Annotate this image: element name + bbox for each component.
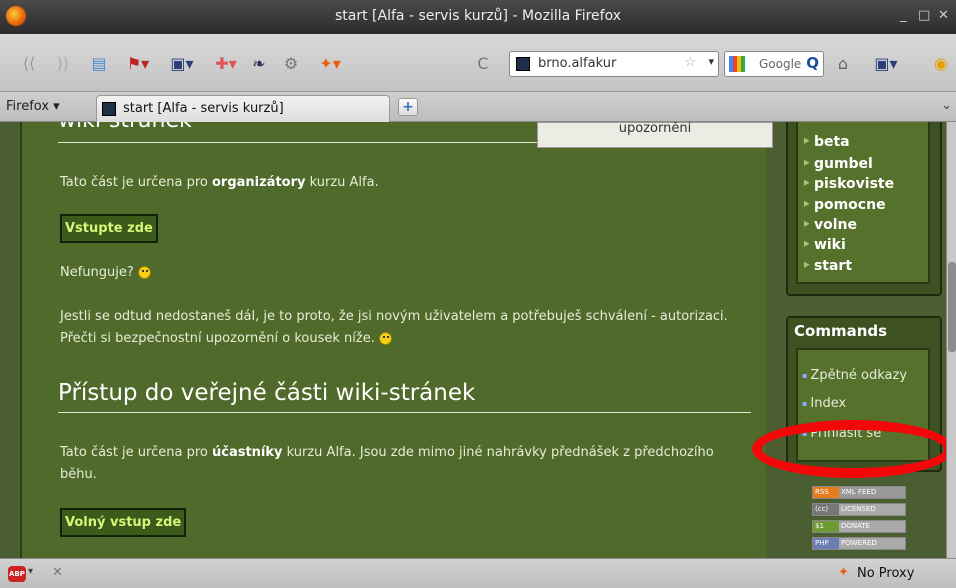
rss-badge-b: XML FEED [839, 487, 905, 498]
status-close-icon[interactable]: ✕ [52, 565, 63, 580]
heading-divider [58, 412, 751, 413]
new-tab-button[interactable]: + [398, 98, 418, 116]
new-tab-icon[interactable]: ✚▾ [206, 50, 246, 76]
sidebar-item-pomocne[interactable]: pomocne [802, 197, 886, 213]
forward-icon[interactable]: ⟩⟩ [50, 50, 76, 76]
search-engine-label: Google [759, 57, 802, 71]
worried-smiley-icon [137, 266, 151, 279]
gear-icon[interactable]: ⚙ [276, 50, 306, 76]
tab-list-icon[interactable]: ⌄ [941, 98, 952, 113]
divider [58, 142, 540, 143]
php-badge-b: POWERED [839, 538, 905, 549]
google-icon[interactable] [729, 56, 745, 72]
previous-heading: wiki-stránek [58, 122, 192, 133]
plugin-icon[interactable]: ◉ [926, 50, 956, 76]
index-link[interactable]: Index [802, 396, 846, 411]
maximize-button[interactable]: □ [918, 8, 930, 23]
rocket-icon[interactable]: ❧ [246, 50, 272, 76]
php-badge-a: PHP [813, 538, 839, 549]
close-button[interactable]: ✕ [938, 8, 949, 23]
sidebar-item-piskoviste[interactable]: piskoviste [802, 176, 894, 192]
bookmark-star-icon[interactable]: ☆ [684, 55, 696, 70]
proxy-status[interactable]: No Proxy [857, 566, 914, 581]
cc-badge-a: (cc) [813, 504, 839, 515]
commands-title: Commands [794, 322, 888, 340]
sidebar-item-beta[interactable]: beta [802, 134, 850, 150]
extension-icon[interactable]: ⚑▾ [118, 50, 158, 76]
save-icon[interactable]: ▣▾ [162, 50, 202, 76]
home-icon[interactable]: ⌂ [830, 50, 856, 76]
para2-text: Jestli se odtud nedostaneš dál, je to pr… [60, 309, 728, 346]
tab-title: start [Alfa - servis kurzů] [123, 101, 284, 116]
firefox-menu-button[interactable]: Firefox ▾ [6, 99, 60, 114]
highlight-ellipse [752, 420, 946, 478]
page-content: wiki-stránek upozornění Tato část je urč… [0, 122, 946, 558]
participants-paragraph: Tato část je určena pro účastníky kurzu … [60, 442, 754, 486]
adblock-dropdown-icon[interactable]: ▾ [28, 566, 33, 577]
backlinks-link[interactable]: Zpětné odkazy [802, 368, 907, 383]
namespace-box: beta gumbel piskoviste pomocne volne wik… [786, 122, 942, 296]
adblock-icon[interactable]: ABP [8, 566, 26, 582]
back-icon[interactable]: ⟨⟨ [16, 50, 42, 76]
cc-badge[interactable]: (cc) LICENSED [812, 503, 906, 516]
para3-bold: účastníky [211, 445, 283, 460]
para3-prefix: Tato část je určena pro [60, 445, 212, 460]
navigation-toolbar: ⟨⟨ ⟩⟩ ▤ ⚑▾ ▣▾ ✚▾ ❧ ⚙ ✦▾ C brno.alfakur ☆… [0, 34, 956, 92]
reader-icon[interactable]: ▣▾ [866, 50, 906, 76]
free-access-button[interactable]: Volný vstup zde [60, 508, 187, 537]
sidebar-item-wiki[interactable]: wiki [802, 237, 846, 253]
tab-start[interactable]: start [Alfa - servis kurzů] [96, 95, 390, 122]
smiley-icon [378, 332, 392, 345]
para1-prefix: Tato část je určena pro [60, 175, 212, 190]
not-working-line: Nefunguje? [60, 262, 151, 284]
url-text: brno.alfakur [538, 56, 617, 71]
bookmarks-icon[interactable]: ▤ [84, 50, 114, 76]
notice-text: upozornění [618, 122, 692, 136]
organizers-paragraph: Tato část je určena pro organizátory kur… [60, 172, 379, 194]
donate-badge-a: $1 [813, 521, 839, 532]
scrollbar-thumb[interactable] [948, 262, 956, 352]
sidebar-item-volne[interactable]: volne [802, 217, 857, 233]
para1-suffix: kurzu Alfa. [305, 175, 379, 190]
search-icon[interactable]: Q [806, 54, 819, 72]
proxy-icon: ✦ [838, 565, 849, 580]
window-title: start [Alfa - servis kurzů] - Mozilla Fi… [335, 8, 621, 24]
site-favicon-icon [516, 57, 530, 71]
donate-badge[interactable]: $1 DONATE [812, 520, 906, 533]
enter-button[interactable]: Vstupte zde [60, 214, 158, 243]
url-bar[interactable]: brno.alfakur ☆ ▾ [509, 51, 719, 77]
donate-badge-b: DONATE [839, 521, 905, 532]
para1-bold: organizátory [211, 175, 306, 190]
addon-icon[interactable]: ✦▾ [310, 50, 350, 76]
firefox-menu-label: Firefox [6, 99, 50, 114]
rss-badge[interactable]: RSS XML FEED [812, 486, 906, 499]
not-working-text: Nefunguje? [60, 265, 134, 280]
url-dropdown-icon[interactable]: ▾ [708, 55, 714, 68]
cc-badge-b: LICENSED [839, 504, 905, 515]
tab-bar: Firefox ▾ start [Alfa - servis kurzů] + … [0, 92, 956, 122]
rss-badge-a: RSS [813, 487, 839, 498]
sidebar-item-start[interactable]: start [802, 258, 852, 274]
minimize-button[interactable]: _ [900, 8, 907, 23]
php-badge[interactable]: PHP POWERED [812, 537, 906, 550]
public-section-heading: Přístup do veřejné části wiki-stránek [58, 380, 476, 406]
authorization-paragraph: Jestli se odtud nedostaneš dál, je to pr… [60, 306, 750, 350]
search-box[interactable]: Google Q [724, 51, 824, 77]
sidebar-item-gumbel[interactable]: gumbel [802, 156, 873, 172]
reload-icon[interactable]: C [470, 50, 496, 76]
notice-box: upozornění [537, 122, 773, 148]
vertical-scrollbar[interactable] [946, 122, 956, 558]
status-bar: ABP ▾ ✕ ✦ No Proxy [0, 558, 956, 588]
tab-favicon-icon [102, 102, 116, 116]
window-titlebar: start [Alfa - servis kurzů] - Mozilla Fi… [0, 0, 956, 34]
